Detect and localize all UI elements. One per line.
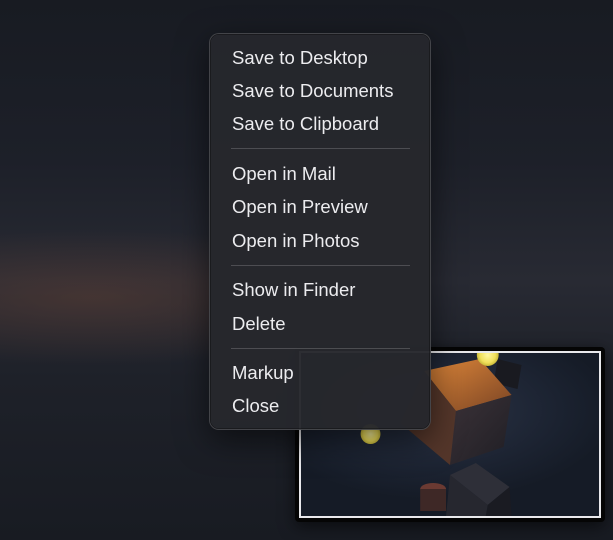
menu-item-show-in-finder[interactable]: Show in Finder xyxy=(216,276,424,304)
menu-item-open-in-mail[interactable]: Open in Mail xyxy=(216,160,424,188)
menu-item-save-to-desktop[interactable]: Save to Desktop xyxy=(216,44,424,72)
menu-separator xyxy=(231,348,410,349)
menu-item-open-in-preview[interactable]: Open in Preview xyxy=(216,193,424,221)
menu-item-save-to-clipboard[interactable]: Save to Clipboard xyxy=(216,110,424,138)
menu-item-save-to-documents[interactable]: Save to Documents xyxy=(216,77,424,105)
menu-item-close[interactable]: Close xyxy=(216,392,424,420)
small-cylinder-body xyxy=(420,489,447,511)
menu-item-open-in-photos[interactable]: Open in Photos xyxy=(216,227,424,255)
menu-item-delete[interactable]: Delete xyxy=(216,310,424,338)
context-menu: Save to Desktop Save to Documents Save t… xyxy=(209,33,431,430)
menu-item-markup[interactable]: Markup xyxy=(216,359,424,387)
menu-separator xyxy=(231,148,410,149)
menu-separator xyxy=(231,265,410,266)
